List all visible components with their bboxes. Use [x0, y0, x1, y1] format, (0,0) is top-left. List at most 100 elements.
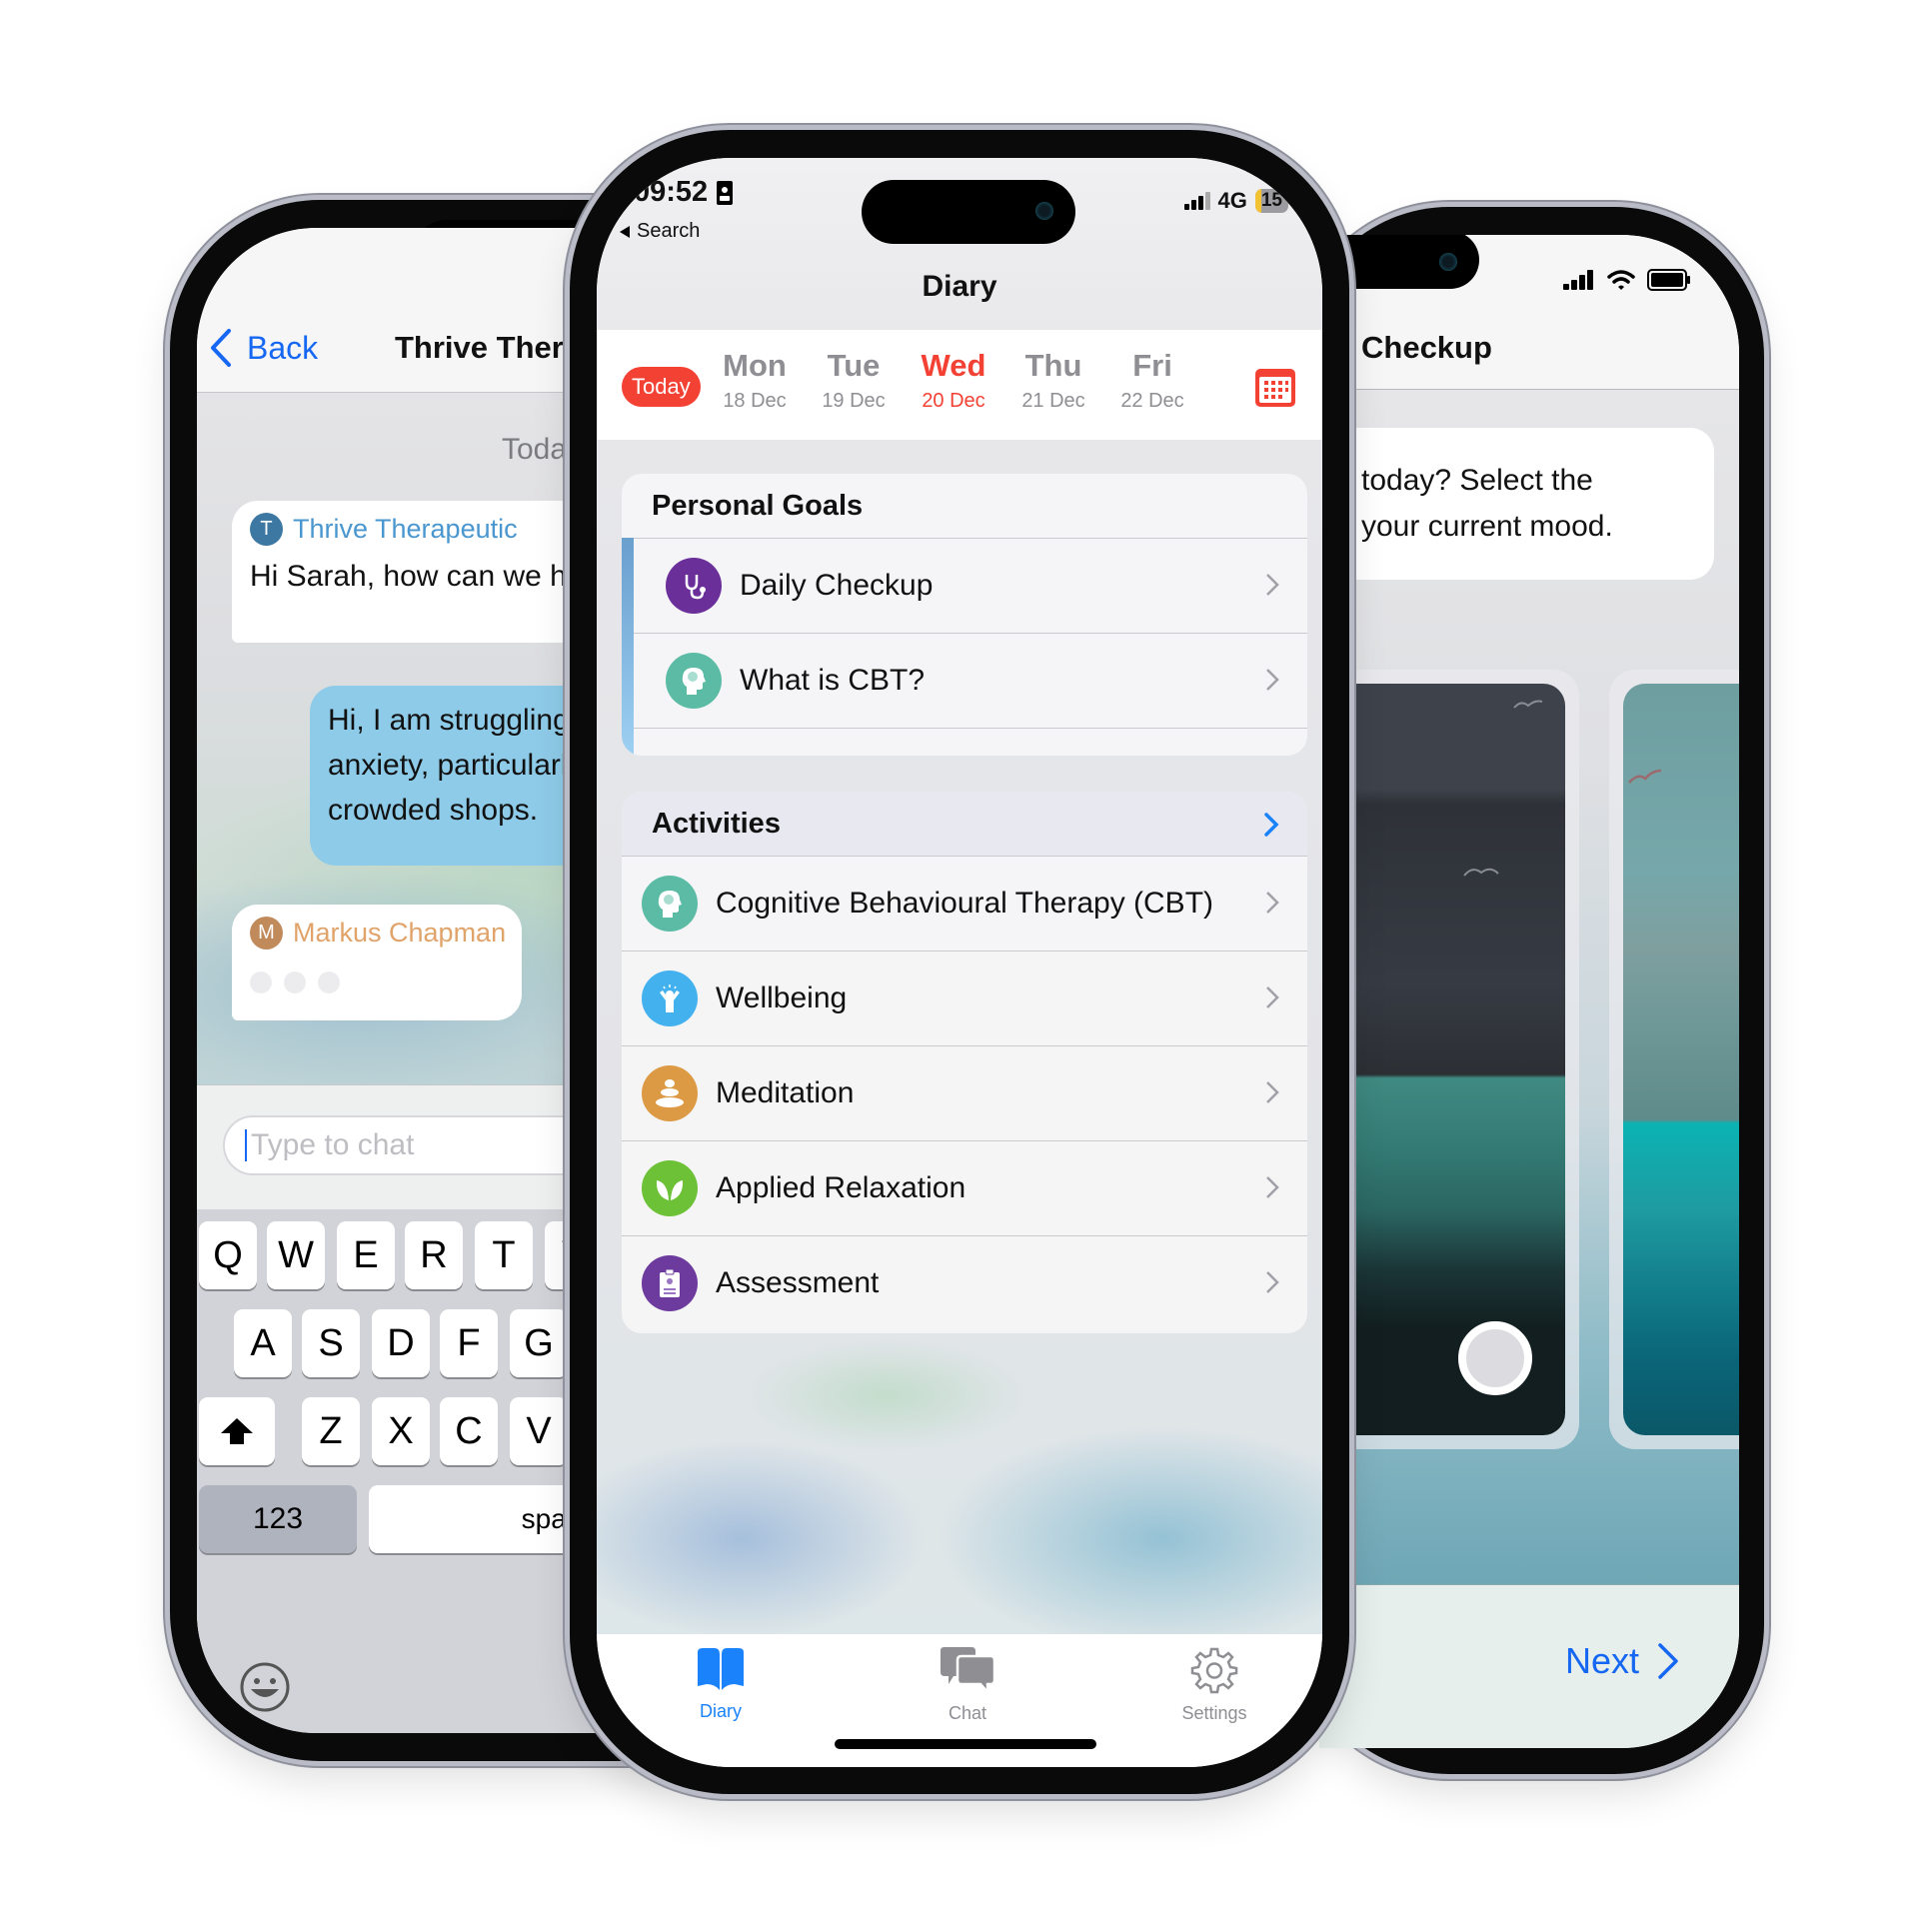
key-s[interactable]: S [302, 1309, 360, 1377]
chevron-right-icon [1266, 1081, 1279, 1103]
goal-item-thrive-approach[interactable]: Thrive evidence based approach [634, 728, 1307, 756]
key-e[interactable]: E [337, 1221, 395, 1289]
key-g[interactable]: G [510, 1309, 568, 1377]
goal-item-daily-checkup[interactable]: Daily Checkup [634, 538, 1307, 633]
day-name: Fri [1132, 348, 1172, 383]
checkup-screen: Checkup today? Select the your current m… [1319, 235, 1739, 1748]
activities-header[interactable]: Activities [622, 792, 1307, 856]
clipboard-icon [642, 1255, 698, 1311]
key-v[interactable]: V [510, 1397, 568, 1465]
chat-title: Thrive Thera [395, 330, 582, 365]
chevron-right-icon [1658, 1643, 1678, 1679]
clock: 09:52 [634, 176, 709, 208]
key-a[interactable]: A [234, 1309, 292, 1377]
chevron-right-icon [1266, 669, 1279, 691]
stacked-stones-icon [642, 1065, 698, 1121]
key-z[interactable]: Z [302, 1397, 360, 1465]
key-c[interactable]: C [440, 1397, 498, 1465]
back-label: Back [247, 329, 319, 366]
item-label: What is CBT? [740, 664, 926, 697]
shift-key[interactable] [199, 1397, 275, 1465]
chevron-right-icon [1266, 1176, 1279, 1198]
sender-name: Thrive Therapeutic [293, 514, 518, 544]
next-button[interactable]: Next [1565, 1640, 1679, 1682]
message-typing: M Markus Chapman [232, 905, 522, 1020]
item-label: Meditation [716, 1076, 855, 1109]
goal-accent-bar [622, 538, 634, 756]
page-title: Diary [922, 270, 997, 303]
item-label: Assessment [716, 1266, 880, 1299]
id-badge-icon [717, 180, 734, 205]
diary-screen: 09:52 Search 4G 15 Diary Today Mon 18 De… [597, 158, 1322, 1767]
activities-section: Activities Cognitive Behavioural Therapy… [622, 792, 1307, 1333]
back-to-search[interactable]: Search [619, 220, 700, 243]
smiley-icon[interactable] [239, 1661, 291, 1713]
diary-phone: 09:52 Search 4G 15 Diary Today Mon 18 De… [570, 130, 1349, 1794]
day-date: 18 Dec [723, 390, 787, 412]
item-label: Wellbeing [716, 981, 848, 1014]
week-selector: Today Mon 18 Dec Tue 19 Dec Wed 20 Dec T… [597, 330, 1322, 440]
key-r[interactable]: R [405, 1221, 463, 1289]
activity-item-applied-relaxation[interactable]: Applied Relaxation [622, 1140, 1307, 1235]
day-wed[interactable]: Wed 20 Dec [909, 348, 998, 413]
home-indicator [835, 1739, 1096, 1749]
key-t[interactable]: T [475, 1221, 533, 1289]
date-separator: Toda [502, 433, 568, 466]
chat-input-placeholder: Type to chat [251, 1128, 415, 1161]
numbers-key[interactable]: 123 [199, 1485, 357, 1553]
key-f[interactable]: F [440, 1309, 498, 1377]
battery-icon [1647, 269, 1690, 291]
calm-sea-illustration [1623, 684, 1739, 1435]
mood-card-stormy[interactable] [1319, 670, 1579, 1449]
personal-goals-section: Personal Goals Daily Checkup What is CBT… [622, 474, 1307, 756]
chevron-right-icon [1266, 986, 1279, 1008]
day-date: 22 Dec [1120, 390, 1184, 412]
back-button[interactable]: Back [209, 328, 318, 368]
key-w[interactable]: W [267, 1221, 325, 1289]
typing-indicator [250, 971, 522, 993]
mood-select-radio[interactable] [1458, 1321, 1532, 1395]
key-d[interactable]: D [372, 1309, 430, 1377]
activity-item-meditation[interactable]: Meditation [622, 1045, 1307, 1140]
cellular-signal-icon [1563, 270, 1593, 290]
wifi-icon [1607, 270, 1635, 290]
chevron-left-icon [211, 329, 231, 367]
book-icon [698, 1648, 744, 1690]
tab-settings[interactable]: Settings [1154, 1646, 1274, 1724]
goal-item-what-is-cbt[interactable]: What is CBT? [634, 633, 1307, 728]
mood-card-calm[interactable] [1609, 670, 1739, 1449]
key-q[interactable]: Q [199, 1221, 257, 1289]
battery-indicator: 15 [1254, 189, 1288, 213]
chevron-right-icon [1266, 892, 1279, 914]
day-fri[interactable]: Fri 22 Dec [1107, 348, 1197, 413]
tab-chat[interactable]: Chat [908, 1646, 1027, 1724]
checkup-title: Checkup [1361, 330, 1492, 365]
battery-level: 15 [1260, 190, 1282, 211]
day-name: Tue [827, 348, 881, 383]
bird-icon [1463, 868, 1499, 877]
head-brain-icon [642, 876, 698, 932]
activity-item-wellbeing[interactable]: Wellbeing [622, 951, 1307, 1045]
back-app-label: Search [637, 220, 701, 242]
activity-item-assessment[interactable]: Assessment [622, 1235, 1307, 1330]
day-mon[interactable]: Mon 18 Dec [710, 348, 800, 413]
chevron-right-icon[interactable] [1263, 812, 1279, 838]
day-thu[interactable]: Thu 21 Dec [1008, 348, 1098, 413]
bird-icon [1628, 769, 1662, 784]
item-label: Cognitive Behavioural Therapy (CBT) [716, 887, 1214, 920]
item-label: Applied Relaxation [716, 1171, 966, 1204]
section-title: Personal Goals [652, 489, 864, 522]
key-x[interactable]: X [372, 1397, 430, 1465]
tab-diary[interactable]: Diary [661, 1646, 781, 1722]
tab-label: Settings [1181, 1703, 1247, 1723]
activity-item-cbt[interactable]: Cognitive Behavioural Therapy (CBT) [622, 856, 1307, 951]
tab-label: Diary [699, 1701, 742, 1721]
text-caret [245, 1129, 247, 1161]
checkup-footer: Next [1319, 1584, 1739, 1748]
calendar-icon[interactable] [1254, 366, 1296, 408]
today-button[interactable]: Today [622, 367, 701, 407]
leaves-icon [642, 1160, 698, 1216]
dynamic-island [862, 180, 1075, 244]
mood-prompt: today? Select the your current mood. [1319, 428, 1714, 580]
day-tue[interactable]: Tue 19 Dec [809, 348, 899, 413]
